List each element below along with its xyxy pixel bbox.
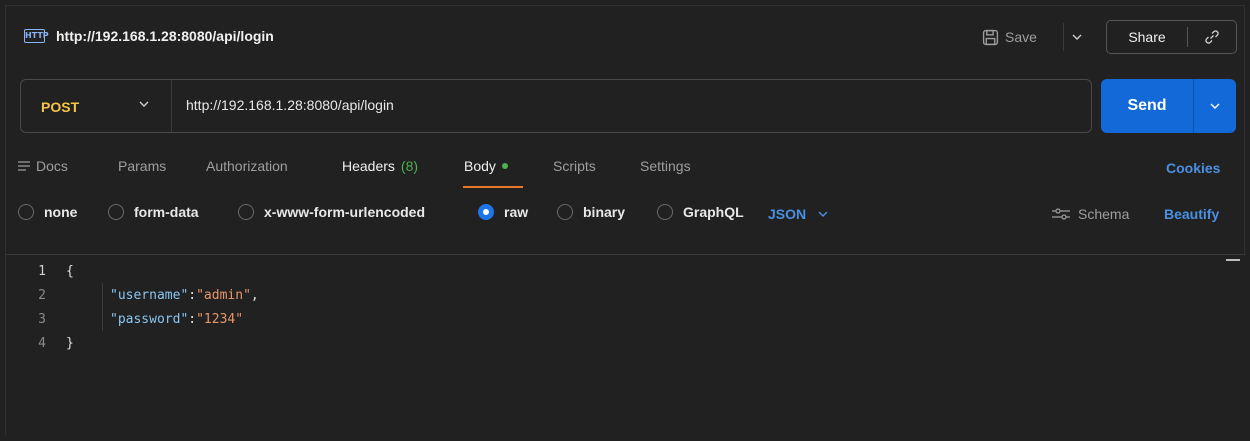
tab-params[interactable]: Params: [118, 158, 166, 174]
code-text: "username":"admin",: [110, 287, 259, 303]
line-number: 1: [38, 263, 46, 279]
share-button[interactable]: Share: [1107, 29, 1187, 45]
json-value: "admin": [196, 287, 251, 303]
code-line: 3 "password":"1234": [6, 307, 243, 331]
body-editor[interactable]: 1 { 2 "username":"admin", 3 "password":"…: [6, 254, 1246, 437]
radio-circle-selected: [478, 204, 494, 220]
tab-docs[interactable]: Docs: [18, 158, 68, 174]
active-tab-indicator: [463, 186, 523, 188]
headers-count: (8): [400, 158, 419, 174]
link-icon: [1205, 30, 1219, 44]
radio-binary[interactable]: binary: [557, 204, 625, 220]
request-header: HTTP http://192.168.1.28:8080/api/login …: [6, 6, 1246, 68]
radio-form-data[interactable]: form-data: [108, 204, 199, 220]
language-label: JSON: [768, 206, 807, 222]
scrollbar-thumb[interactable]: [1226, 259, 1240, 261]
tab-params-label: Params: [118, 158, 167, 174]
radio-circle: [18, 204, 34, 220]
radio-urlencoded[interactable]: x-www-form-urlencoded: [238, 204, 425, 220]
schema-label: Schema: [1078, 206, 1130, 222]
schema-button[interactable]: Schema: [1052, 206, 1129, 222]
radio-circle: [557, 204, 573, 220]
radio-graphql-label: GraphQL: [683, 204, 744, 220]
tab-body[interactable]: Body: [464, 158, 508, 174]
line-number: 4: [38, 335, 46, 351]
request-panel: HTTP http://192.168.1.28:8080/api/login …: [5, 5, 1246, 437]
save-options-button[interactable]: [1063, 23, 1089, 51]
code-line: 4 }: [6, 331, 74, 355]
code-line: 1 {: [6, 259, 74, 283]
radio-raw-label: raw: [504, 204, 529, 220]
tab-docs-label: Docs: [36, 158, 68, 174]
request-title[interactable]: http://192.168.1.28:8080/api/login: [56, 28, 274, 44]
json-value: "1234": [196, 311, 244, 327]
json-key: "username": [110, 287, 189, 303]
code-line: 2 "username":"admin",: [6, 283, 259, 307]
chevron-down-icon: [818, 211, 828, 217]
url-bar: POST http://192.168.1.28:8080/api/login: [20, 79, 1092, 133]
tab-scripts-label: Scripts: [553, 158, 596, 174]
line-number: 2: [38, 287, 46, 303]
send-options-button[interactable]: [1194, 103, 1236, 109]
tab-scripts[interactable]: Scripts: [553, 158, 596, 174]
line-number: 3: [38, 311, 46, 327]
radio-circle: [657, 204, 673, 220]
body-type-selector: none form-data x-www-form-urlencoded raw…: [6, 204, 1246, 228]
chevron-down-icon: [1072, 34, 1081, 40]
radio-form-data-label: form-data: [134, 204, 199, 220]
tab-headers[interactable]: Headers (8): [342, 158, 418, 174]
radio-circle: [108, 204, 124, 220]
radio-urlencoded-label: x-www-form-urlencoded: [264, 204, 426, 220]
tab-settings-label: Settings: [640, 158, 691, 174]
tab-authorization-label: Authorization: [206, 158, 288, 174]
sliders-icon: [1052, 208, 1070, 220]
copy-link-button[interactable]: [1188, 29, 1236, 45]
save-label: Save: [1005, 29, 1037, 45]
json-comma: ,: [250, 287, 259, 303]
radio-none[interactable]: none: [18, 204, 77, 220]
save-button[interactable]: Save: [982, 24, 1037, 50]
chevron-down-icon[interactable]: [139, 101, 149, 107]
tab-body-label: Body: [464, 158, 496, 174]
radio-graphql[interactable]: GraphQL: [657, 204, 744, 220]
radio-binary-label: binary: [583, 204, 626, 220]
http-icon: HTTP: [24, 29, 49, 43]
request-tabs: Docs Params Authorization Headers (8) Bo…: [6, 158, 1246, 188]
url-input[interactable]: http://192.168.1.28:8080/api/login: [186, 97, 394, 113]
radio-none-label: none: [44, 204, 78, 220]
language-select[interactable]: JSON: [768, 206, 828, 222]
code-text: }: [66, 335, 74, 351]
json-key: "password": [110, 311, 189, 327]
body-modified-dot: [501, 163, 508, 169]
url-divider: [171, 80, 172, 132]
code-text: "password":"1234": [110, 311, 244, 327]
code-text: {: [66, 263, 74, 279]
tab-authorization[interactable]: Authorization: [206, 158, 288, 174]
beautify-button[interactable]: Beautify: [1164, 206, 1219, 222]
tab-headers-label: Headers: [342, 158, 395, 174]
docs-icon: [18, 161, 30, 171]
share-group: Share: [1106, 20, 1237, 54]
send-button-group: Send: [1101, 79, 1236, 133]
chevron-down-icon: [1210, 103, 1220, 109]
send-button[interactable]: Send: [1101, 97, 1193, 115]
floppy-disk-icon: [982, 29, 999, 45]
tab-settings[interactable]: Settings: [640, 158, 691, 174]
cookies-link[interactable]: Cookies: [1166, 160, 1220, 176]
radio-raw[interactable]: raw: [478, 204, 528, 220]
radio-circle: [238, 204, 254, 220]
method-select[interactable]: POST: [41, 99, 79, 115]
